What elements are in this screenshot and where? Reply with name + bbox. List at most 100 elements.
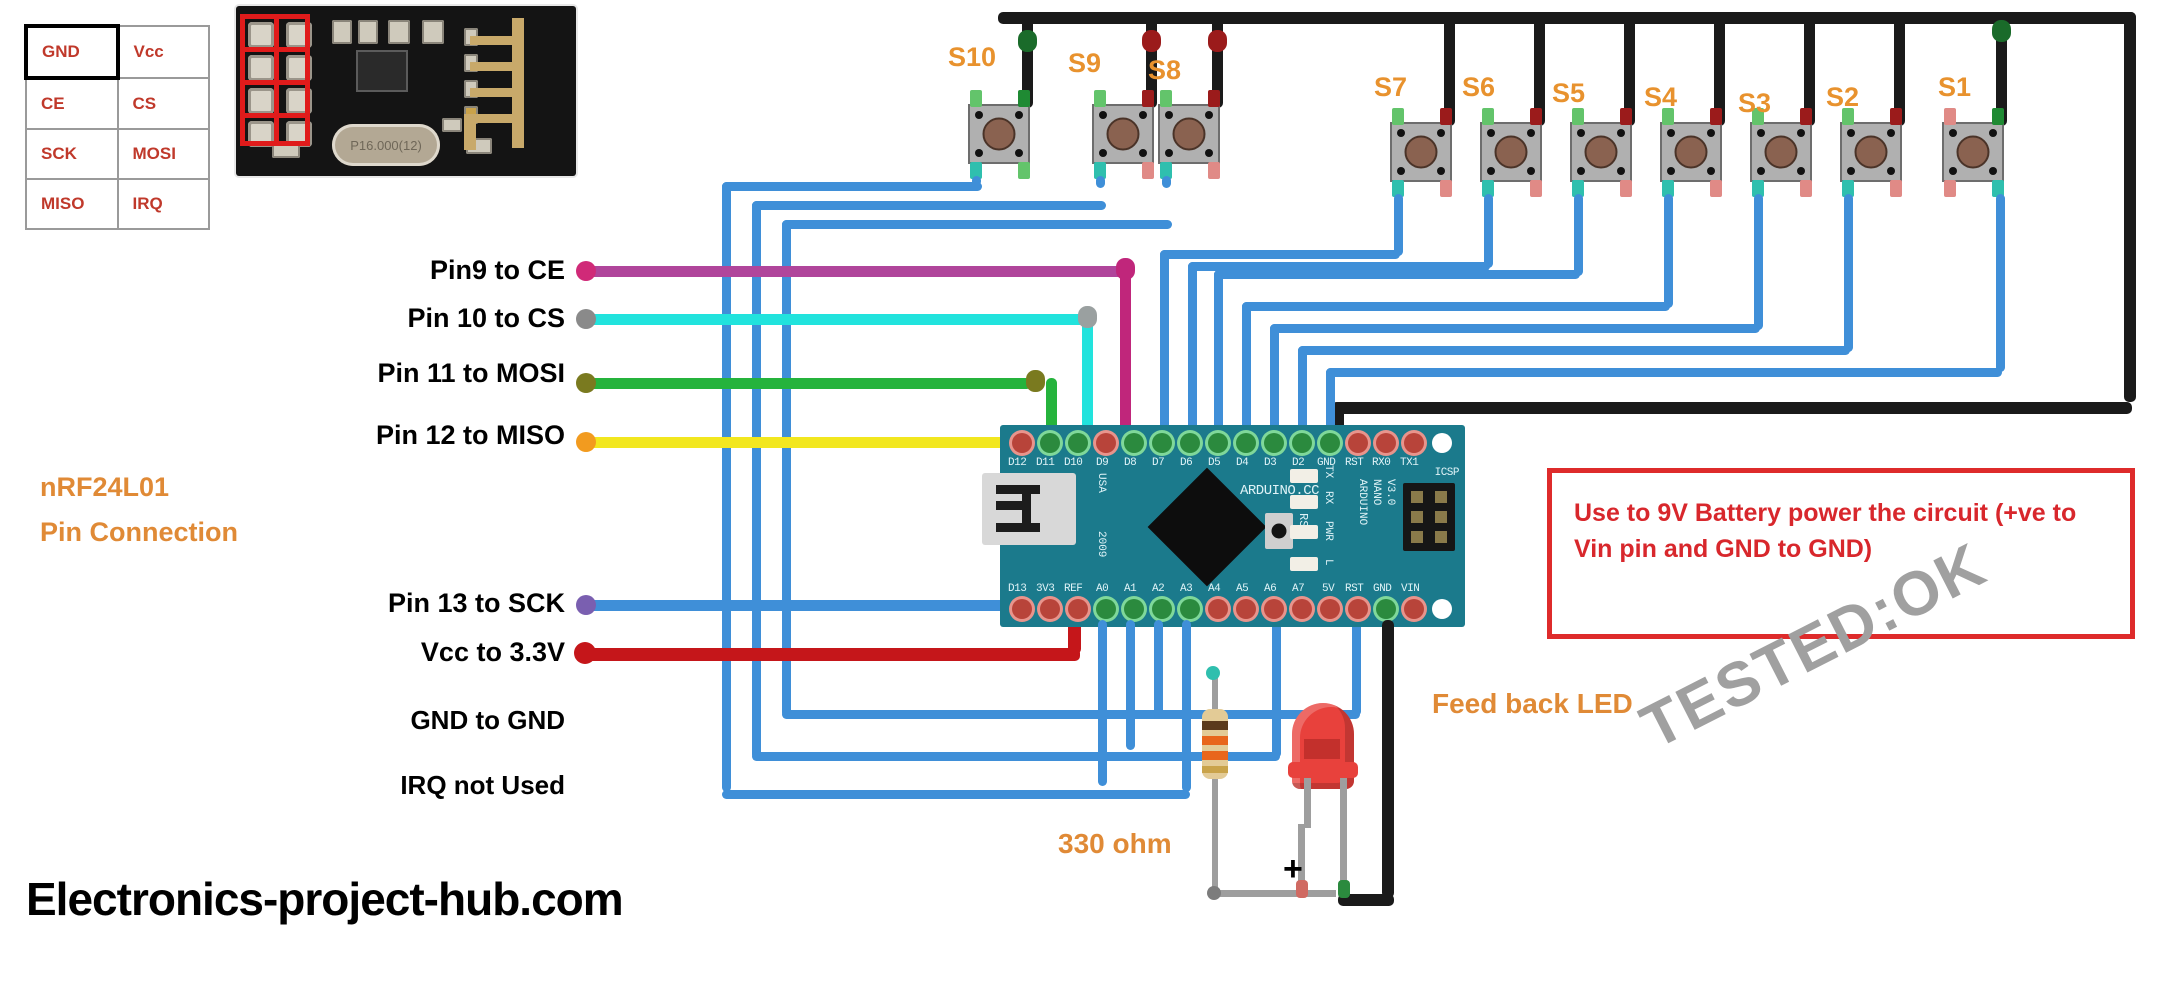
- signal-wire-s9: [752, 201, 1106, 210]
- pin-hole-a1[interactable]: [1124, 599, 1144, 619]
- pin-hole-a5[interactable]: [1236, 599, 1256, 619]
- signal-wire-s10: [722, 790, 1190, 799]
- pin-hole-d8[interactable]: [1124, 433, 1144, 453]
- silk-icsp: ICSP: [1434, 467, 1460, 479]
- switch-cap-icon: [1956, 135, 1990, 169]
- led-polarity-plus: +: [1283, 850, 1303, 888]
- pin-cell-miso: MISO: [25, 178, 119, 230]
- pin-hole-d4[interactable]: [1236, 433, 1256, 453]
- switch-leg: [1440, 180, 1452, 197]
- silk-pwr: PWR: [1322, 521, 1334, 541]
- label-vcc-33v: Vcc to 3.3V: [420, 637, 565, 667]
- pin-hole-d9[interactable]: [1096, 433, 1116, 453]
- section-title-line2: Pin Connection: [40, 517, 238, 547]
- pin-hole-d7[interactable]: [1152, 433, 1172, 453]
- pin-cell-gnd: GND: [24, 24, 120, 80]
- nrf24l01-module-image: P16.000(12): [236, 6, 576, 176]
- ground-rail-to-nano: [1332, 402, 2132, 414]
- pin-hole-a0[interactable]: [1096, 599, 1116, 619]
- signal-wire-s3: [1270, 324, 1760, 333]
- switch-leg: [1142, 162, 1154, 179]
- pin-hole-ref[interactable]: [1068, 599, 1088, 619]
- switch-s4[interactable]: [1660, 122, 1722, 182]
- pin-label-a6: A6: [1264, 583, 1277, 595]
- pin-cell-vcc: Vcc: [116, 25, 210, 79]
- switch-leg: [1890, 108, 1902, 125]
- switch-s6[interactable]: [1480, 122, 1542, 182]
- switch-s2[interactable]: [1840, 122, 1902, 182]
- pin-label-ref: REF: [1064, 583, 1083, 595]
- silk-year: 2009: [1095, 531, 1107, 558]
- switch-s8[interactable]: [1158, 104, 1220, 164]
- label-pin9-ce: Pin9 to CE: [429, 255, 565, 285]
- silk-rx: RX: [1322, 491, 1334, 505]
- ground-rail-top: [998, 12, 2136, 24]
- wire-junction: [1206, 666, 1220, 680]
- switch-s1[interactable]: [1942, 122, 2004, 182]
- switch-leg: [1530, 108, 1542, 125]
- pin-label-vin: VIN: [1401, 583, 1420, 595]
- table-row: GND Vcc: [24, 24, 210, 80]
- switch-label-s7: S7: [1374, 72, 1408, 102]
- switch-s10[interactable]: [968, 104, 1030, 164]
- pin-hole-a6[interactable]: [1264, 599, 1284, 619]
- label-pin10-cs: Pin 10 to CS: [407, 303, 565, 333]
- switch-label-s6: S6: [1462, 72, 1496, 102]
- switch-cap-icon: [982, 117, 1016, 151]
- pin-hole-d3[interactable]: [1264, 433, 1284, 453]
- switch-cap-icon: [1404, 135, 1438, 169]
- wire-end-cap: [574, 642, 596, 664]
- pin-hole-rst-top[interactable]: [1348, 433, 1368, 453]
- wire-end-cap: [576, 261, 596, 281]
- signal-wire-s5: [1574, 194, 1583, 276]
- pin-hole-d10[interactable]: [1068, 433, 1088, 453]
- pin-hole-d12[interactable]: [1012, 433, 1032, 453]
- pin-hole-gnd-top[interactable]: [1320, 433, 1340, 453]
- ground-rail-right: [2124, 12, 2136, 402]
- pin-label-rx0: RX0: [1372, 457, 1391, 469]
- wire-end-cap: [576, 432, 596, 452]
- switch-leg: [1890, 180, 1902, 197]
- signal-wire-s2: [1844, 194, 1853, 352]
- wire-end-cap: [576, 309, 596, 329]
- pin-hole-3v3[interactable]: [1040, 599, 1060, 619]
- signal-wire-s1: [1326, 368, 2002, 377]
- pin-hole-vin[interactable]: [1404, 599, 1424, 619]
- pin-hole-5v[interactable]: [1320, 599, 1340, 619]
- signal-wire-s6: [1484, 194, 1493, 268]
- switch-leg: [1142, 90, 1154, 107]
- pin-hole-gnd-bottom[interactable]: [1376, 599, 1396, 619]
- signal-wire-s9: [752, 201, 761, 759]
- switch-cap-icon: [1584, 135, 1618, 169]
- resistor-330ohm: [1202, 709, 1228, 779]
- pin-label-a7: A7: [1292, 583, 1305, 595]
- pin-hole-a2[interactable]: [1152, 599, 1172, 619]
- silk-model-2: NANO: [1370, 479, 1382, 506]
- switch-s9[interactable]: [1092, 104, 1154, 164]
- switch-cap-icon: [1674, 135, 1708, 169]
- battery-note-text: Use to 9V Battery power the circuit (+ve…: [1574, 499, 2077, 564]
- signal-wire-s3: [1754, 194, 1763, 330]
- pin-hole-rst-bottom[interactable]: [1348, 599, 1368, 619]
- switch-s5[interactable]: [1570, 122, 1632, 182]
- switch-label-s9: S9: [1068, 48, 1102, 78]
- pin-hole-rx0[interactable]: [1376, 433, 1396, 453]
- pin-hole-a3[interactable]: [1180, 599, 1200, 619]
- switch-leg: [1392, 108, 1404, 125]
- pin-hole-a7[interactable]: [1292, 599, 1312, 619]
- pin-hole-a4[interactable]: [1208, 599, 1228, 619]
- led-flange: [1288, 762, 1358, 778]
- module-chip: [356, 50, 408, 92]
- switch-s3[interactable]: [1750, 122, 1812, 182]
- pin-hole-d11[interactable]: [1040, 433, 1060, 453]
- pin-hole-d6[interactable]: [1180, 433, 1200, 453]
- pin-label-d12: D12: [1008, 457, 1027, 469]
- led-cathode-tip: [1338, 880, 1350, 898]
- pin-hole-tx1[interactable]: [1404, 433, 1424, 453]
- reset-button[interactable]: [1265, 513, 1293, 549]
- site-footer: Electronics-project-hub.com: [26, 873, 624, 925]
- pin-hole-d5[interactable]: [1208, 433, 1228, 453]
- switch-s7[interactable]: [1390, 122, 1452, 182]
- pin-hole-d2[interactable]: [1292, 433, 1312, 453]
- pin-hole-d13[interactable]: [1012, 599, 1032, 619]
